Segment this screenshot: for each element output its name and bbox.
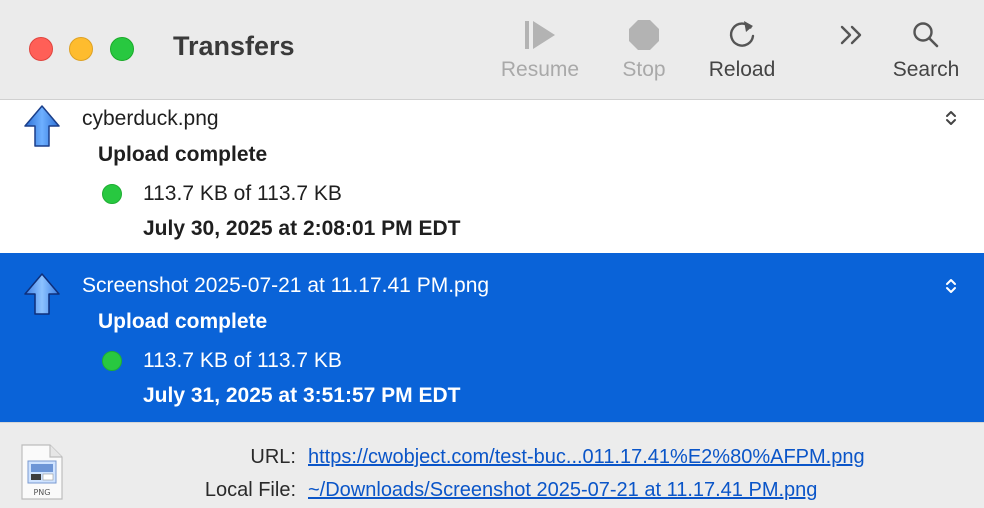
search-icon	[913, 22, 939, 48]
zoom-window-button[interactable]	[110, 37, 134, 61]
file-type-label: PNG	[33, 488, 50, 497]
search-label: Search	[892, 58, 960, 81]
more-toolbar-items-button[interactable]	[830, 18, 874, 52]
stop-label: Stop	[622, 58, 666, 81]
transfer-row-selected[interactable]: Screenshot 2025-07-21 at 11.17.41 PM.png…	[0, 253, 984, 422]
stop-icon	[629, 20, 659, 50]
transfer-status: Upload complete	[98, 143, 268, 166]
transfer-filename: cyberduck.png	[82, 107, 219, 130]
transfer-filename: Screenshot 2025-07-21 at 11.17.41 PM.png	[82, 274, 490, 297]
url-link[interactable]: https://cwobject.com/test-buc...011.17.4…	[308, 446, 865, 469]
toolbar: Transfers Resume Stop Reload Search	[0, 0, 984, 100]
transfer-date: July 30, 2025 at 2:08:01 PM EDT	[143, 217, 461, 240]
transfer-date: July 31, 2025 at 3:51:57 PM EDT	[143, 384, 461, 407]
reload-label: Reload	[708, 58, 776, 81]
resume-icon	[525, 21, 555, 49]
close-window-button[interactable]	[29, 37, 53, 61]
chevron-up-down-icon[interactable]	[942, 109, 960, 127]
chevron-up-down-icon[interactable]	[942, 277, 960, 295]
minimize-window-button[interactable]	[69, 37, 93, 61]
chevron-double-right-icon	[840, 25, 862, 45]
transfer-details: PNG URL: https://cwobject.com/test-buc..…	[0, 422, 984, 508]
resume-label: Resume	[500, 58, 580, 81]
upload-arrow-icon	[24, 273, 60, 315]
transfer-progress: 113.7 KB of 113.7 KB	[143, 349, 342, 372]
local-file-link[interactable]: ~/Downloads/Screenshot 2025-07-21 at 11.…	[308, 479, 817, 502]
transfer-status: Upload complete	[98, 310, 268, 333]
url-label: URL:	[250, 446, 296, 468]
status-dot-icon	[102, 351, 122, 371]
transfer-row[interactable]: cyberduck.png Upload complete 113.7 KB o…	[0, 100, 984, 253]
reload-button[interactable]: Reload	[700, 18, 784, 82]
reload-icon	[729, 21, 755, 47]
png-file-icon: PNG	[21, 444, 63, 500]
upload-arrow-icon	[24, 105, 60, 147]
status-dot-icon	[102, 184, 122, 204]
transfer-list[interactable]: cyberduck.png Upload complete 113.7 KB o…	[0, 100, 984, 422]
local-file-label: Local File:	[204, 479, 296, 501]
transfer-progress: 113.7 KB of 113.7 KB	[143, 182, 342, 205]
resume-button[interactable]: Resume	[494, 18, 586, 82]
stop-button[interactable]: Stop	[614, 18, 674, 82]
window-title: Transfers	[173, 31, 295, 61]
search-button[interactable]: Search	[884, 18, 968, 82]
